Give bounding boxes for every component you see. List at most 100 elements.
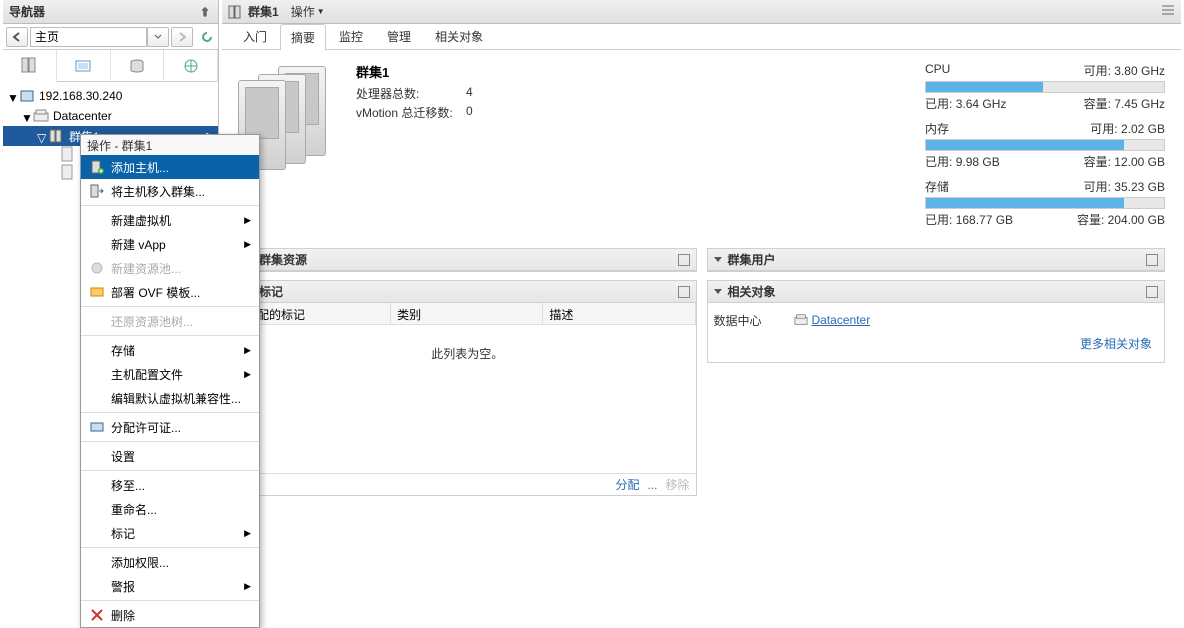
ctx-assign-license[interactable]: 分配许可证... <box>81 415 259 439</box>
add-host-icon <box>89 159 105 175</box>
submenu-arrow-icon: ▶ <box>244 215 251 226</box>
delete-icon <box>89 607 105 623</box>
navigator-title: 导航器 <box>9 3 45 20</box>
panel-menu-icon[interactable] <box>1161 3 1175 20</box>
tab-getting-started[interactable]: 入门 <box>232 23 278 49</box>
more-related-link[interactable]: 更多相关对象 <box>1080 337 1152 351</box>
actions-dropdown[interactable]: 操作▼ <box>291 3 325 20</box>
panels-area: 群集资源 标记 分配的标记 类别 描述 此列表为空。 <box>222 248 1181 496</box>
meter-cap: 容量: 204.00 GB <box>1077 211 1165 228</box>
expand-arrow-icon[interactable]: ▼ <box>21 111 31 121</box>
panel-header[interactable]: 群集用户 <box>708 249 1165 271</box>
ctx-new-vm[interactable]: 新建虚拟机▶ <box>81 208 259 232</box>
vmotion-value: 0 <box>466 104 496 121</box>
panel-header[interactable]: 群集资源 <box>239 249 696 271</box>
memory-meter: 内存可用: 2.02 GB 已用: 9.98 GB容量: 12.00 GB <box>925 120 1165 170</box>
breadcrumb-field[interactable]: 主页 <box>30 27 147 47</box>
ctx-restore-tree: 还原资源池树... <box>81 309 259 333</box>
navigator-header: 导航器 <box>3 0 218 24</box>
pin-icon[interactable] <box>198 5 212 19</box>
panel-box-icon[interactable] <box>1146 254 1158 266</box>
ctx-move-to[interactable]: 移至... <box>81 473 259 497</box>
cpu-meter: CPU可用: 3.80 GHz 已用: 3.64 GHz容量: 7.45 GHz <box>925 62 1165 112</box>
summary-section: 群集1 处理器总数:4 vMotion 总迁移数:0 CPU可用: 3.80 G… <box>222 50 1181 248</box>
context-menu: 操作 - 群集1 添加主机... 将主机移入群集... 新建虚拟机▶ 新建 vA… <box>80 134 260 628</box>
meter-label: CPU <box>925 62 950 79</box>
vms-templates-tab-icon[interactable] <box>57 50 111 82</box>
panel-header[interactable]: 相关对象 <box>708 281 1165 303</box>
related-datacenter-link[interactable]: Datacenter <box>794 313 871 327</box>
submenu-arrow-icon: ▶ <box>244 369 251 380</box>
meter-cap: 容量: 12.00 GB <box>1084 153 1165 170</box>
panel-box-icon[interactable] <box>678 286 690 298</box>
tags-col-desc[interactable]: 描述 <box>543 303 695 324</box>
panel-header[interactable]: 标记 <box>239 281 696 303</box>
tags-empty-message: 此列表为空。 <box>239 325 696 382</box>
tags-remove-link: 移除 <box>665 476 689 493</box>
ctx-deploy-ovf[interactable]: 部署 OVF 模板... <box>81 280 259 304</box>
submenu-arrow-icon: ▶ <box>244 345 251 356</box>
meter-label: 存储 <box>925 178 949 195</box>
related-objects-panel: 相关对象 数据中心 Datacenter 更多相关对象 <box>707 280 1166 363</box>
content-header: 群集1 操作▼ <box>222 0 1181 24</box>
storage-tab-icon[interactable] <box>111 50 165 82</box>
ctx-delete[interactable]: 删除 <box>81 603 259 627</box>
meter-label: 内存 <box>925 120 949 137</box>
breadcrumb-text: 主页 <box>35 28 59 45</box>
hosts-clusters-tab-icon[interactable] <box>3 50 57 82</box>
tags-panel: 标记 分配的标记 类别 描述 此列表为空。 分配... 移除 <box>238 280 697 496</box>
host-icon[interactable] <box>59 146 75 162</box>
tags-assign-link[interactable]: 分配 <box>615 476 639 493</box>
cluster-icon <box>228 4 244 20</box>
tags-col-category[interactable]: 类别 <box>391 303 543 324</box>
cluster-resources-panel: 群集资源 <box>238 248 697 272</box>
collapse-icon <box>714 257 722 262</box>
ctx-edit-compat[interactable]: 编辑默认虚拟机兼容性... <box>81 386 259 410</box>
related-datacenter-label: 数据中心 <box>714 312 794 329</box>
vcenter-icon <box>19 88 35 104</box>
inventory-tabs <box>3 50 218 82</box>
tab-monitor[interactable]: 监控 <box>328 23 374 49</box>
ctx-move-host[interactable]: 将主机移入群集... <box>81 179 259 203</box>
cpu-count-label: 处理器总数: <box>356 85 466 102</box>
tags-col-assigned[interactable]: 分配的标记 <box>239 303 391 324</box>
pool-icon <box>89 260 105 276</box>
tab-manage[interactable]: 管理 <box>376 23 422 49</box>
storage-meter: 存储可用: 35.23 GB 已用: 168.77 GB容量: 204.00 G… <box>925 178 1165 228</box>
networking-tab-icon[interactable] <box>164 50 218 82</box>
vmotion-label: vMotion 总迁移数: <box>356 104 466 121</box>
meter-used: 已用: 9.98 GB <box>925 153 1000 170</box>
related-datacenter-row: 数据中心 Datacenter <box>714 309 1159 331</box>
move-host-icon <box>89 183 105 199</box>
tab-related[interactable]: 相关对象 <box>424 23 494 49</box>
ctx-storage[interactable]: 存储▶ <box>81 338 259 362</box>
ovf-icon <box>89 284 105 300</box>
context-menu-title: 操作 - 群集1 <box>81 135 259 155</box>
refresh-icon[interactable] <box>199 29 215 45</box>
expand-arrow-icon[interactable]: ▽ <box>37 131 47 141</box>
meter-free: 可用: 3.80 GHz <box>1084 62 1165 79</box>
ctx-rename[interactable]: 重命名... <box>81 497 259 521</box>
tree-vcenter-node[interactable]: ▼ 192.168.30.240 <box>3 86 218 106</box>
ctx-settings[interactable]: 设置 <box>81 444 259 468</box>
ctx-host-profile[interactable]: 主机配置文件▶ <box>81 362 259 386</box>
expand-arrow-icon[interactable]: ▼ <box>7 91 17 101</box>
back-button[interactable] <box>6 27 28 47</box>
cluster-icon <box>49 128 65 144</box>
submenu-arrow-icon: ▶ <box>244 581 251 592</box>
license-icon <box>89 419 105 435</box>
panel-box-icon[interactable] <box>1146 286 1158 298</box>
ctx-tags[interactable]: 标记▶ <box>81 521 259 545</box>
tab-summary[interactable]: 摘要 <box>280 24 326 50</box>
ctx-alerts[interactable]: 警报▶ <box>81 574 259 598</box>
ctx-add-perm[interactable]: 添加权限... <box>81 550 259 574</box>
main-tabs: 入门 摘要 监控 管理 相关对象 <box>222 24 1181 50</box>
host-icon[interactable] <box>59 164 75 180</box>
panel-box-icon[interactable] <box>678 254 690 266</box>
forward-button[interactable] <box>171 27 193 47</box>
ctx-add-host[interactable]: 添加主机... <box>81 155 259 179</box>
ctx-new-vapp[interactable]: 新建 vApp▶ <box>81 232 259 256</box>
breadcrumb-dropdown[interactable] <box>147 27 169 47</box>
tree-datacenter-node[interactable]: ▼ Datacenter <box>3 106 218 126</box>
datacenter-icon <box>794 313 808 327</box>
